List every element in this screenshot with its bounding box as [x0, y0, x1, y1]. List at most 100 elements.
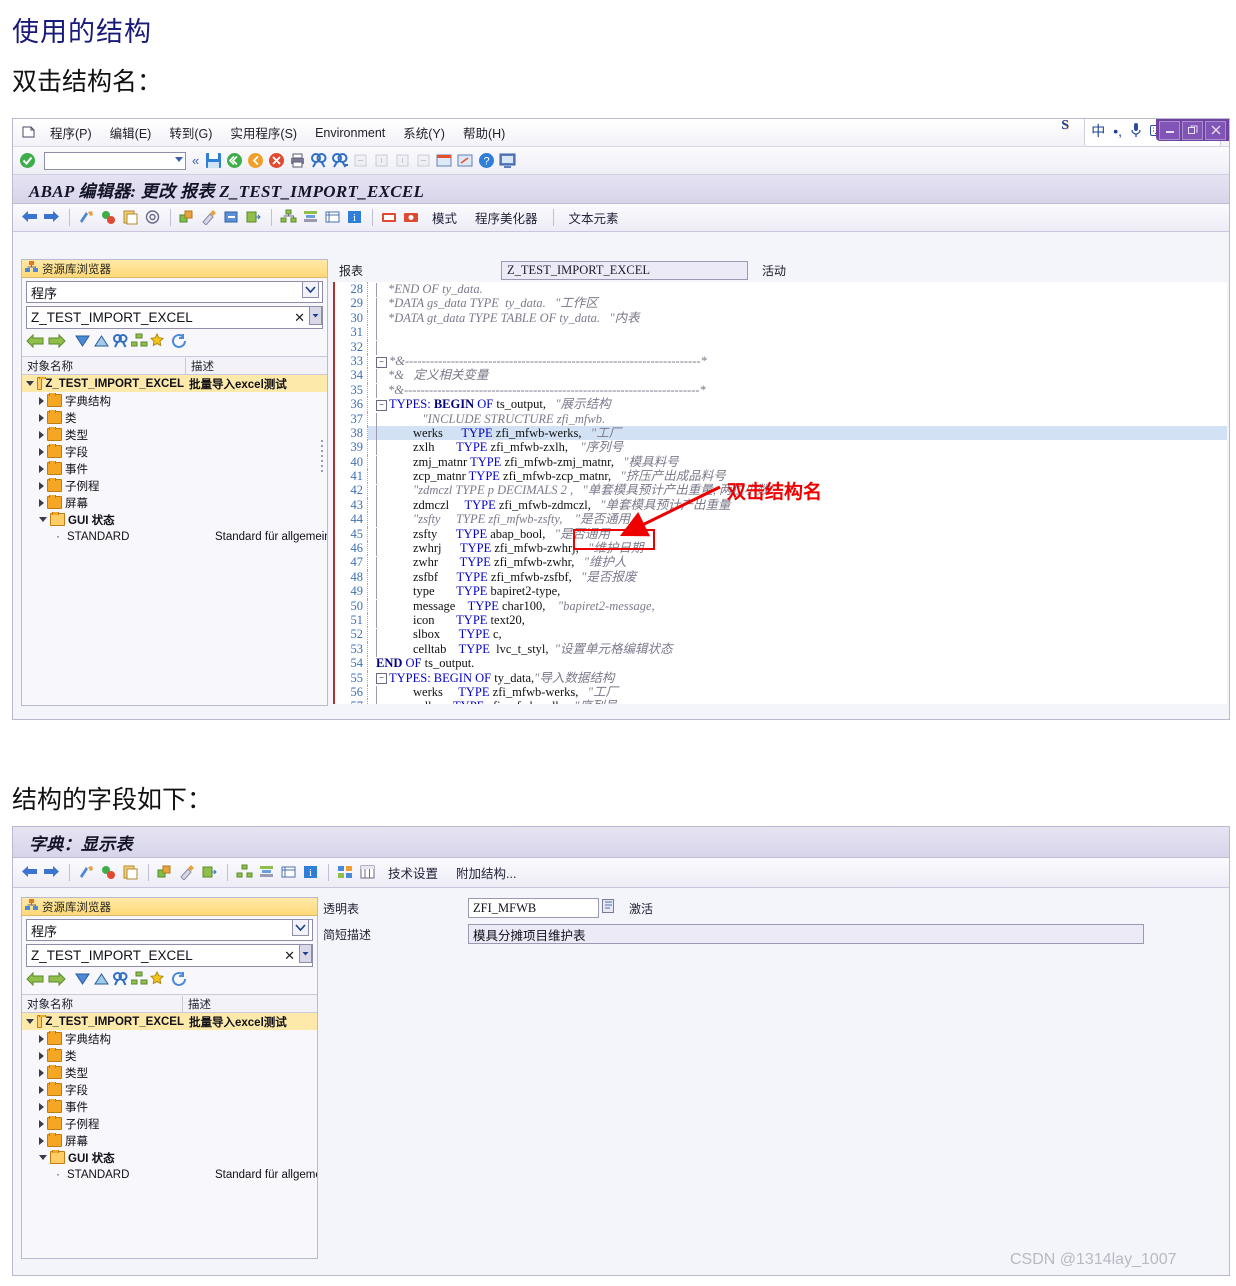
refresh-icon[interactable] [171, 333, 188, 354]
code-line[interactable]: 52 slbox TYPE c, [335, 627, 1227, 643]
compress-icon[interactable] [302, 209, 320, 227]
info-icon[interactable]: i [346, 209, 364, 227]
check-syntax-icon[interactable] [78, 209, 96, 227]
find-icon[interactable] [310, 152, 328, 170]
collapse-icon[interactable]: « [192, 153, 199, 168]
menu-item-system[interactable]: 系统(Y) [394, 123, 454, 142]
code-line[interactable]: 38 werks TYPE zfi_mfwb-werks, "工厂 [335, 425, 1227, 442]
tree-node[interactable]: GUI 状态 [22, 511, 327, 528]
code-line[interactable]: 40 zmj_matnr TYPE zfi_mfwb-zmj_matnr, "模… [335, 454, 1227, 470]
back-icon[interactable] [226, 152, 244, 170]
command-field[interactable] [44, 151, 186, 170]
code-fold-toggle-icon[interactable]: − [376, 399, 387, 411]
chevron-down-icon[interactable] [26, 381, 34, 386]
menu-item-environment[interactable]: Environment [306, 126, 394, 140]
chevron-down-icon[interactable] [39, 517, 47, 522]
object-list-icon[interactable] [130, 971, 148, 992]
chevron-right-icon[interactable] [39, 396, 44, 405]
exit-icon[interactable] [247, 152, 265, 170]
help-icon[interactable]: ? [478, 152, 496, 170]
expand-all-icon[interactable] [74, 971, 91, 992]
paste-icon[interactable] [122, 209, 140, 227]
object-list-icon[interactable] [130, 333, 148, 354]
clear-icon[interactable]: ✕ [294, 310, 309, 326]
chevron-right-icon[interactable] [39, 1102, 44, 1111]
tree-node[interactable]: · STANDARD Standard für allgemein [22, 528, 327, 545]
code-line[interactable]: 48 zsfbf TYPE zfi_mfwb-zsfbf, "是否报废 [335, 569, 1227, 585]
code-line[interactable]: 46 zwhrj TYPE zfi_mfwb-zwhrj, "维护日期 [335, 541, 1227, 557]
arrow-right-icon[interactable] [43, 864, 61, 882]
object-tree-editor[interactable]: Z_TEST_IMPORT_EXCEL 批量导入excel测试 字典结构类类型 字段事… [22, 375, 327, 545]
cancel-icon[interactable] [268, 152, 286, 170]
repo-type-select-editor[interactable]: 程序 [26, 281, 323, 303]
code-line[interactable]: 33− *&-----------------------------------… [335, 353, 1227, 369]
menu-item-edit[interactable]: 编辑(E) [101, 123, 161, 142]
tree-node[interactable]: 字段 [22, 1081, 317, 1098]
code-line[interactable]: 51 icon TYPE text20, [335, 612, 1227, 629]
code-line[interactable]: 30 *DATA gt_data TYPE TABLE OF ty_data. "… [335, 310, 1227, 326]
code-line[interactable]: 50 message TYPE char100, "bapiret2-messa… [335, 598, 1227, 614]
code-line[interactable]: 39 zxlh TYPE zfi_mfwb-zxlh, "序列号 [335, 440, 1227, 456]
favorites-icon[interactable] [149, 970, 169, 992]
tree-node[interactable]: 字典结构 [22, 1030, 317, 1047]
code-line[interactable]: 49 type TYPE bapiret2-type, [335, 584, 1227, 600]
nav-back-icon[interactable] [26, 971, 45, 992]
code-line[interactable]: 44 "zsfty TYPE zfi_mfwb-zsfty, "是否通用 [335, 512, 1227, 528]
chevron-right-icon[interactable] [39, 413, 44, 422]
object-tree-dict[interactable]: Z_TEST_IMPORT_EXCEL 批量导入excel测试 字典结构类类型 字段事… [22, 1013, 317, 1183]
info-icon[interactable]: i [302, 864, 320, 882]
ime-punctuation-icon[interactable]: •, [1113, 124, 1122, 138]
tree-node[interactable]: 屏幕 [22, 494, 327, 511]
activate-icon[interactable] [100, 864, 118, 882]
toolbar-mode-button[interactable]: 模式 [425, 208, 464, 227]
chevron-right-icon[interactable] [39, 464, 44, 473]
breakpoint-icon[interactable] [403, 209, 421, 227]
dropdown-icon[interactable] [299, 943, 312, 968]
pattern-icon[interactable] [157, 864, 175, 882]
print-icon[interactable] [289, 152, 307, 170]
append-structure-button[interactable]: 附加结构... [449, 863, 523, 882]
tree-node[interactable]: 类 [22, 409, 327, 426]
toolbar-text-elements-button[interactable]: 文本元素 [562, 208, 626, 227]
code-line[interactable]: 54 END OF ts_output. [335, 656, 1227, 671]
check-syntax-icon[interactable] [78, 864, 96, 882]
code-fold-toggle-icon[interactable]: − [376, 673, 387, 685]
search-tree-icon[interactable] [112, 971, 129, 992]
nav-forward-icon[interactable] [47, 971, 66, 992]
favorites-icon[interactable] [149, 332, 169, 354]
code-line[interactable]: 34 *& 定义相关变量 [335, 368, 1227, 384]
outline-icon[interactable] [201, 864, 219, 882]
chevron-right-icon[interactable] [39, 1119, 44, 1128]
navigation-stack-icon[interactable] [236, 864, 254, 882]
chevron-down-icon[interactable] [302, 281, 322, 303]
tree-node[interactable]: 类型 [22, 426, 327, 443]
pretty-printer-icon[interactable] [179, 864, 197, 882]
indexes-icon[interactable] [359, 864, 377, 882]
tree-node[interactable]: 子例程 [22, 1115, 317, 1132]
arrow-left-icon[interactable] [21, 209, 39, 227]
menu-item-goto[interactable]: 转到(G) [160, 123, 221, 142]
chevron-right-icon[interactable] [39, 430, 44, 439]
code-fold-toggle-icon[interactable]: − [376, 356, 387, 368]
repo-object-input-editor[interactable]: Z_TEST_IMPORT_EXCEL ✕ [26, 305, 323, 330]
activate-icon[interactable] [100, 209, 118, 227]
refresh-icon[interactable] [171, 971, 188, 992]
menu-item-program[interactable]: 程序(P) [41, 123, 101, 142]
tree-node[interactable]: 事件 [22, 460, 327, 477]
arrow-left-icon[interactable] [21, 864, 39, 882]
minimize-icon[interactable] [1159, 120, 1180, 140]
code-line[interactable]: 36− TYPES: BEGIN OF ts_output, "展示结构 [335, 397, 1227, 412]
save-icon[interactable] [205, 152, 223, 170]
code-line[interactable]: 57 zxlh TYPE zfi_mfwb-zxlh, "序列号 [335, 699, 1227, 704]
pattern-icon[interactable] [179, 209, 197, 227]
dropdown-icon[interactable] [309, 305, 322, 330]
clear-icon[interactable]: ✕ [284, 948, 299, 964]
close-icon[interactable] [1205, 120, 1226, 140]
chevron-right-icon[interactable] [39, 1051, 44, 1060]
tree-node[interactable]: Z_TEST_IMPORT_EXCEL 批量导入excel测试 [22, 375, 327, 392]
code-line[interactable]: 31 [335, 325, 1227, 341]
repo-object-input-dict[interactable]: Z_TEST_IMPORT_EXCEL ✕ [26, 943, 313, 968]
customize-layout-icon[interactable] [499, 152, 517, 170]
pretty-printer-icon[interactable] [201, 209, 219, 227]
last-page-icon[interactable] [415, 152, 433, 170]
